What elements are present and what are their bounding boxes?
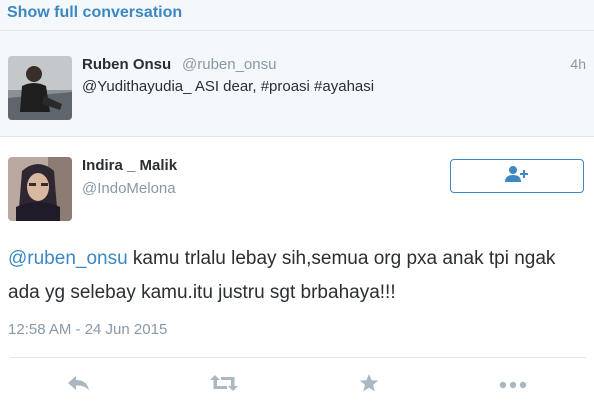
reply-author-name[interactable]: Ruben Onsu [82,56,171,73]
add-user-icon [505,165,529,188]
reply-tweet-text: @Yudithayudia_ ASI dear, #proasi #ayahas… [82,78,375,95]
divider [0,30,594,31]
reply-time-ago[interactable]: 4h [570,56,586,72]
main-author-name[interactable]: Indira _ Malik [82,157,177,174]
follow-button[interactable] [450,159,584,193]
show-full-conversation-link[interactable]: Show full conversation [7,4,182,22]
main-author-handle[interactable]: @IndoMelona [82,180,176,197]
more-icon [499,376,527,394]
reply-author-handle[interactable]: @ruben_onsu [182,56,276,73]
avatar-ruben[interactable] [8,56,72,120]
star-icon [359,373,379,398]
more-button[interactable] [497,370,529,400]
reply-button[interactable] [63,370,95,400]
retweet-icon [210,374,238,397]
mention-link[interactable]: @ruben_onsu [8,248,128,269]
tweet-timestamp[interactable]: 12:58 AM - 24 Jun 2015 [8,321,167,338]
divider [0,136,594,137]
favorite-button[interactable] [353,370,385,400]
divider [10,357,586,358]
main-tweet-text: @ruben_onsu kamu trlalu lebay sih,semua … [8,242,588,310]
reply-icon [67,374,91,397]
avatar-indira[interactable] [8,157,72,221]
retweet-button[interactable] [208,370,240,400]
